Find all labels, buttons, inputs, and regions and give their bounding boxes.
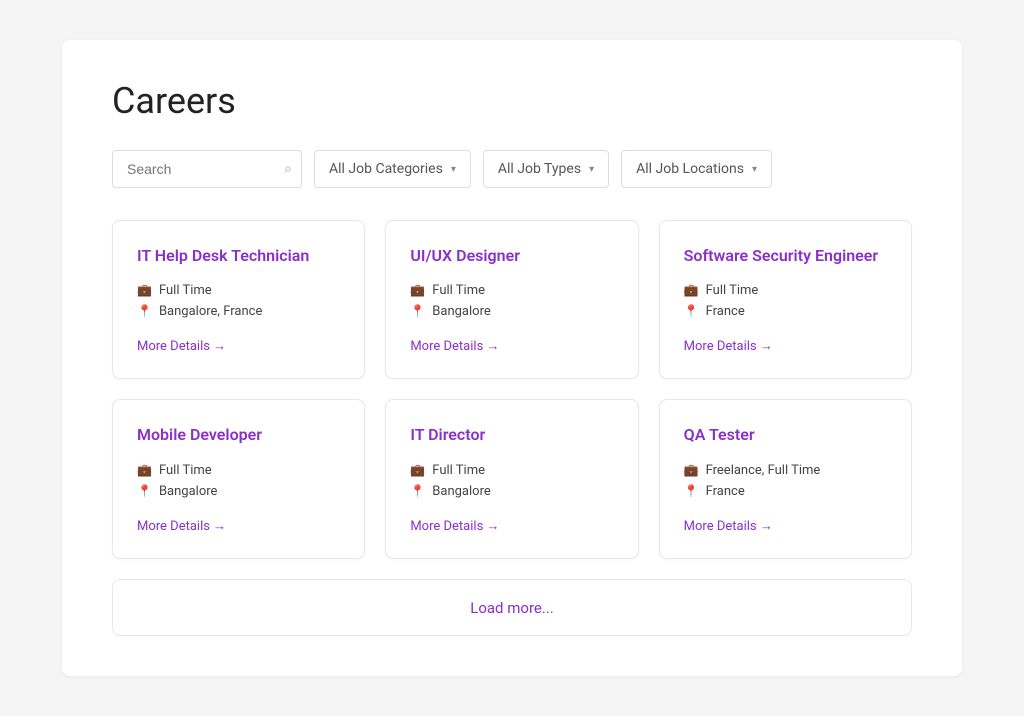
chevron-down-icon: ▾ <box>752 164 757 175</box>
jobs-grid: IT Help Desk Technician Full Time Bangal… <box>112 220 912 559</box>
more-details-link[interactable]: More Details → <box>137 518 226 534</box>
job-card: Mobile Developer Full Time Bangalore Mor… <box>112 399 365 558</box>
job-location-item: Bangalore <box>137 484 340 499</box>
job-type: Full Time <box>432 463 485 478</box>
job-title: QA Tester <box>684 424 887 446</box>
location-pin-icon <box>684 304 699 319</box>
location-pin-icon <box>137 304 152 319</box>
search-wrapper: ⌕ <box>112 150 302 188</box>
job-location-item: Bangalore, France <box>137 304 340 319</box>
job-type: Full Time <box>159 463 212 478</box>
job-type: Full Time <box>432 283 485 298</box>
job-card: IT Director Full Time Bangalore More Det… <box>385 399 638 558</box>
location-pin-icon <box>410 484 425 499</box>
location-pin-icon <box>410 304 425 319</box>
filters-row: ⌕ All Job Categories ▾ All Job Types ▾ A… <box>112 150 912 188</box>
load-more-container[interactable]: Load more... <box>112 579 912 636</box>
search-input[interactable] <box>112 150 302 188</box>
job-type-item: Full Time <box>410 463 613 478</box>
job-location: Bangalore <box>432 484 490 499</box>
job-type-item: Full Time <box>684 283 887 298</box>
job-card: UI/UX Designer Full Time Bangalore More … <box>385 220 638 379</box>
more-details-link[interactable]: More Details → <box>410 518 499 534</box>
job-meta: Full Time Bangalore <box>410 283 613 319</box>
briefcase-icon <box>684 463 699 478</box>
job-title: Mobile Developer <box>137 424 340 446</box>
job-title: IT Help Desk Technician <box>137 245 340 267</box>
briefcase-icon <box>410 463 425 478</box>
job-type: Full Time <box>706 283 759 298</box>
job-type: Full Time <box>159 283 212 298</box>
job-locations-dropdown[interactable]: All Job Locations ▾ <box>621 150 772 188</box>
briefcase-icon <box>137 463 152 478</box>
job-location-item: Bangalore <box>410 304 613 319</box>
more-details-link[interactable]: More Details → <box>684 518 773 534</box>
job-categories-dropdown[interactable]: All Job Categories ▾ <box>314 150 471 188</box>
more-details-link[interactable]: More Details → <box>684 338 773 354</box>
job-type-item: Full Time <box>137 283 340 298</box>
job-meta: Full Time France <box>684 283 887 319</box>
job-title: Software Security Engineer <box>684 245 887 267</box>
job-types-label: All Job Types <box>498 161 581 177</box>
briefcase-icon <box>684 283 699 298</box>
job-title: UI/UX Designer <box>410 245 613 267</box>
job-card: QA Tester Freelance, Full Time France Mo… <box>659 399 912 558</box>
more-details-link[interactable]: More Details → <box>410 338 499 354</box>
job-location: France <box>706 304 745 319</box>
job-location-item: France <box>684 484 887 499</box>
load-more-button[interactable]: Load more... <box>470 599 553 617</box>
job-location: France <box>706 484 745 499</box>
job-meta: Freelance, Full Time France <box>684 463 887 499</box>
page-title: Careers <box>112 80 912 122</box>
job-type-item: Freelance, Full Time <box>684 463 887 478</box>
job-title: IT Director <box>410 424 613 446</box>
job-location-item: France <box>684 304 887 319</box>
briefcase-icon <box>137 283 152 298</box>
job-location: Bangalore, France <box>159 304 262 319</box>
job-location: Bangalore <box>159 484 217 499</box>
job-type-item: Full Time <box>410 283 613 298</box>
job-meta: Full Time Bangalore <box>410 463 613 499</box>
briefcase-icon <box>410 283 425 298</box>
job-type: Freelance, Full Time <box>706 463 821 478</box>
job-categories-label: All Job Categories <box>329 161 443 177</box>
job-card: Software Security Engineer Full Time Fra… <box>659 220 912 379</box>
job-card: IT Help Desk Technician Full Time Bangal… <box>112 220 365 379</box>
location-pin-icon <box>137 484 152 499</box>
job-types-dropdown[interactable]: All Job Types ▾ <box>483 150 609 188</box>
job-type-item: Full Time <box>137 463 340 478</box>
job-location: Bangalore <box>432 304 490 319</box>
chevron-down-icon: ▾ <box>589 164 594 175</box>
careers-page: Careers ⌕ All Job Categories ▾ All Job T… <box>62 40 962 676</box>
job-location-item: Bangalore <box>410 484 613 499</box>
location-pin-icon <box>684 484 699 499</box>
more-details-link[interactable]: More Details → <box>137 338 226 354</box>
chevron-down-icon: ▾ <box>451 164 456 175</box>
job-meta: Full Time Bangalore <box>137 463 340 499</box>
job-meta: Full Time Bangalore, France <box>137 283 340 319</box>
job-locations-label: All Job Locations <box>636 161 744 177</box>
